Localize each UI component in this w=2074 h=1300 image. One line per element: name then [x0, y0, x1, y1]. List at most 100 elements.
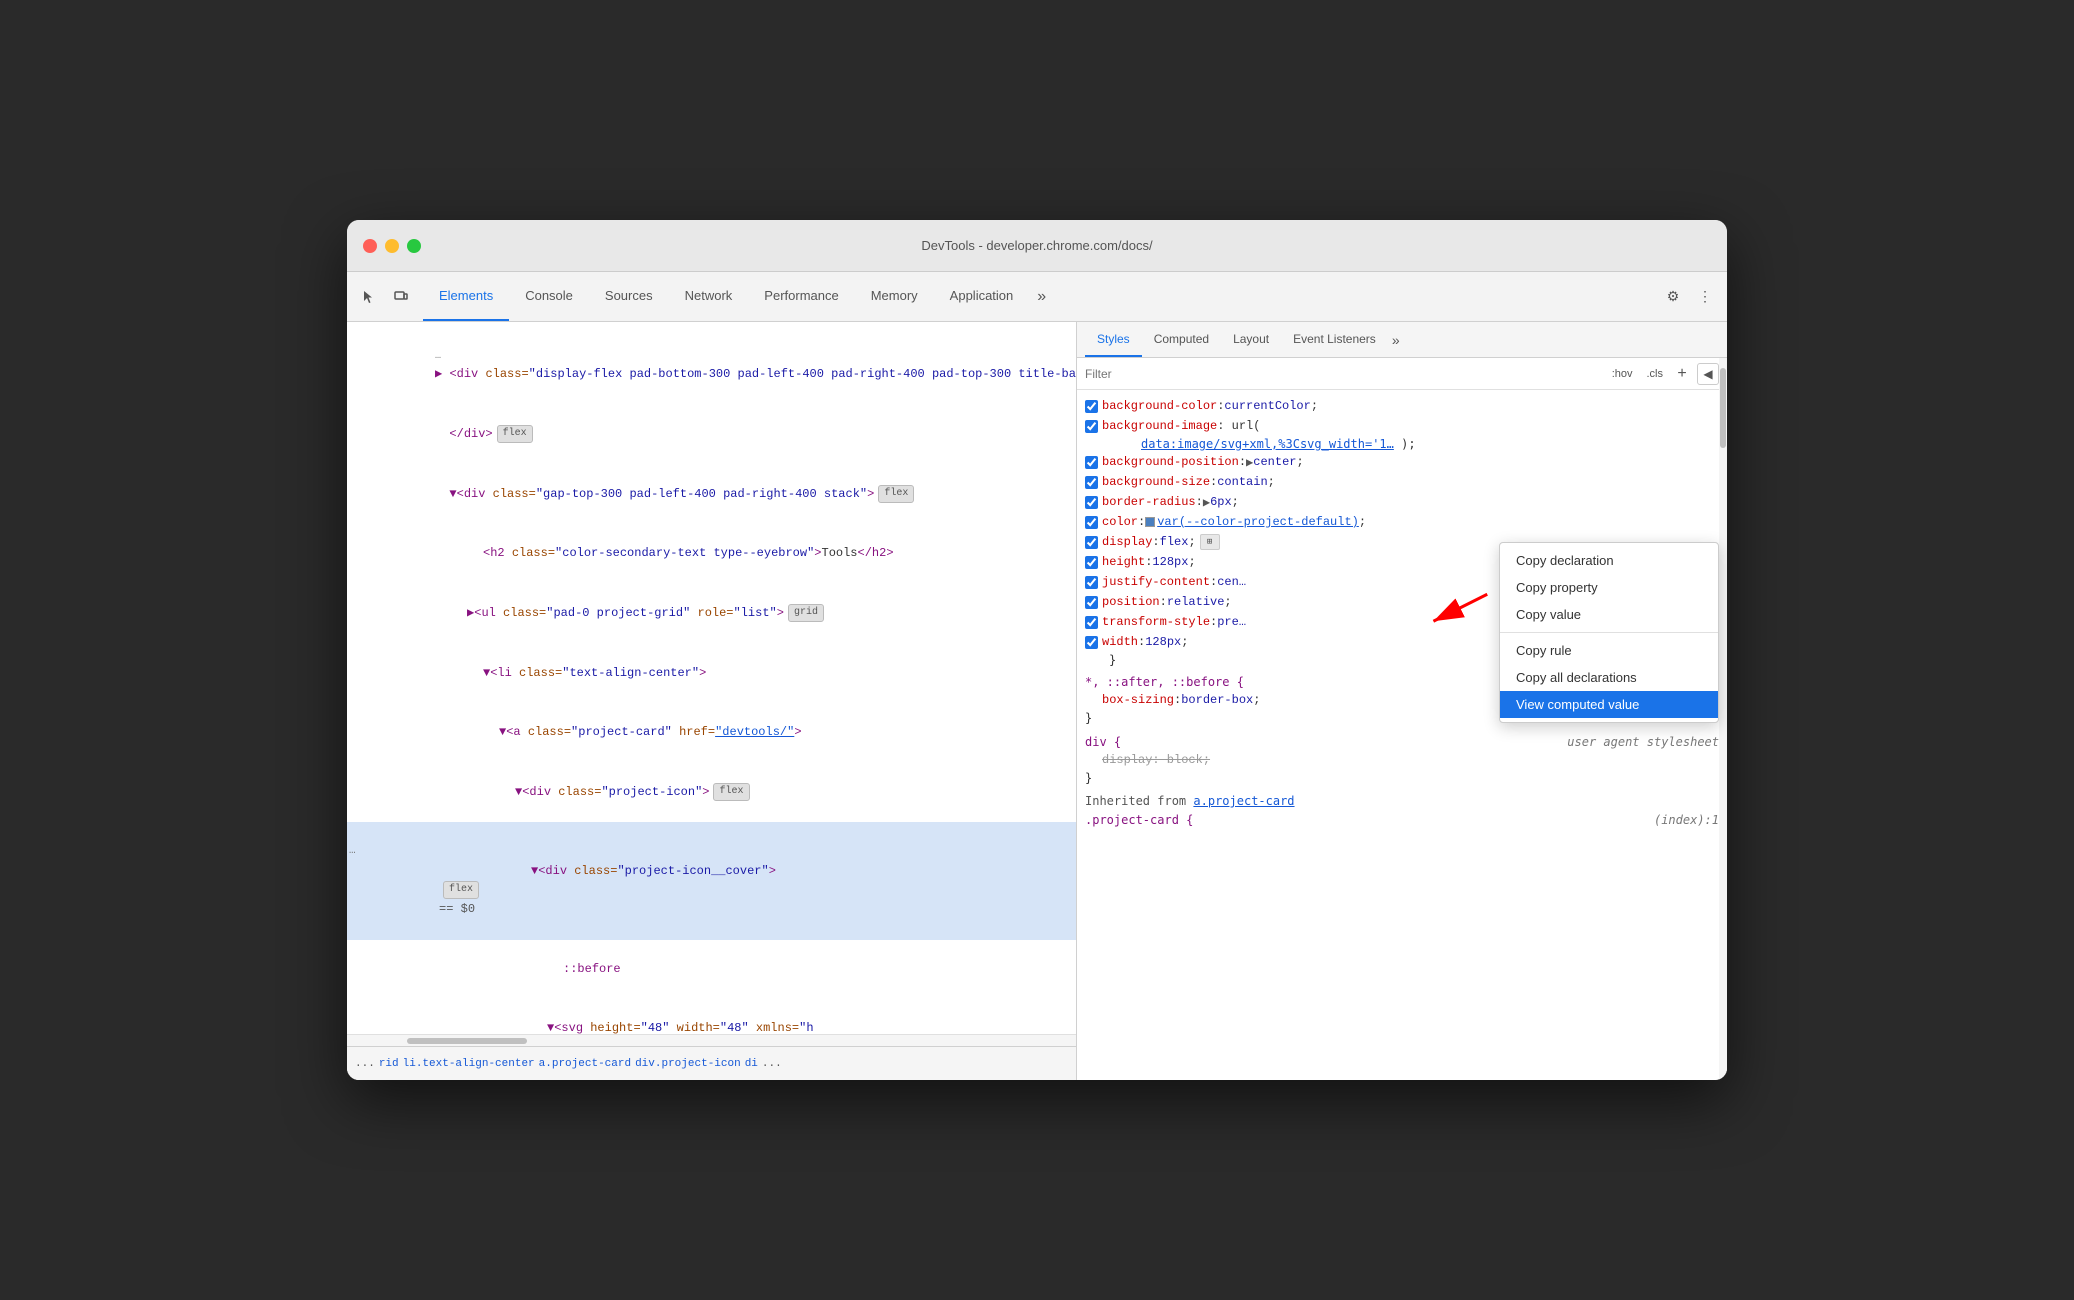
context-menu-copy-property[interactable]: Copy property	[1500, 574, 1718, 601]
devtools-toolbar: Elements Console Sources Network Perform…	[347, 272, 1727, 322]
tab-application[interactable]: Application	[934, 272, 1030, 321]
prop-checkbox[interactable]	[1085, 616, 1098, 629]
horizontal-scrollbar[interactable]	[347, 1034, 1076, 1046]
maximize-button[interactable]	[407, 239, 421, 253]
prop-background-color: background-color: currentColor;	[1077, 396, 1727, 416]
dom-line: … ▶ <div class="display-flex pad-bottom-…	[347, 326, 1076, 405]
styles-scrollbar[interactable]	[1719, 358, 1727, 1080]
prop-checkbox[interactable]	[1085, 636, 1098, 649]
rule-source: user agent stylesheet	[1567, 735, 1719, 749]
filter-controls: :hov .cls + ◀	[1608, 363, 1719, 385]
cursor-icon[interactable]	[355, 283, 383, 311]
breadcrumb-a[interactable]: a.project-card	[539, 1058, 631, 1070]
tab-event-listeners[interactable]: Event Listeners	[1281, 322, 1388, 357]
prop-background-image: background-image: url(	[1077, 416, 1727, 436]
breadcrumb-ellipsis[interactable]: ...	[355, 1058, 375, 1070]
tab-styles[interactable]: Styles	[1085, 322, 1142, 357]
dom-line-selected: … ▼<div class="project-icon__cover"> fle…	[347, 822, 1076, 939]
context-menu: Copy declaration Copy property Copy valu…	[1499, 542, 1719, 723]
window-title: DevTools - developer.chrome.com/docs/	[921, 238, 1152, 253]
tab-elements[interactable]: Elements	[423, 272, 509, 321]
minimize-button[interactable]	[385, 239, 399, 253]
tab-sources[interactable]: Sources	[589, 272, 669, 321]
prop-checkbox[interactable]	[1085, 400, 1098, 413]
toolbar-icons	[355, 283, 415, 311]
dom-panel: … ▶ <div class="display-flex pad-bottom-…	[347, 322, 1077, 1080]
tab-memory[interactable]: Memory	[855, 272, 934, 321]
color-swatch	[1145, 517, 1155, 527]
dom-line: <h2 class="color-secondary-text type--ey…	[347, 524, 1076, 584]
more-options-icon[interactable]: ⋮	[1691, 283, 1719, 311]
dom-line: ▶<ul class="pad-0 project-grid" role="li…	[347, 584, 1076, 644]
prop-checkbox[interactable]	[1085, 476, 1098, 489]
prop-checkbox[interactable]	[1085, 536, 1098, 549]
prop-checkbox[interactable]	[1085, 496, 1098, 509]
context-menu-copy-declaration[interactable]: Copy declaration	[1500, 547, 1718, 574]
add-style-button[interactable]: +	[1673, 365, 1691, 383]
flex-badge-icon[interactable]: ⊞	[1200, 534, 1220, 550]
prop-checkbox[interactable]	[1085, 420, 1098, 433]
cls-button[interactable]: .cls	[1643, 366, 1668, 382]
collapse-button[interactable]: ◀	[1697, 363, 1719, 385]
styles-tabs-overflow[interactable]: »	[1392, 332, 1400, 348]
project-card-source: (index):1	[1654, 813, 1719, 827]
prop-checkbox[interactable]	[1085, 576, 1098, 589]
rule-header: div { user agent stylesheet	[1077, 734, 1727, 750]
prop-background-size: background-size: contain;	[1077, 472, 1727, 492]
context-menu-copy-rule[interactable]: Copy rule	[1500, 637, 1718, 664]
tab-network[interactable]: Network	[669, 272, 749, 321]
dom-breadcrumb: ... rid li.text-align-center a.project-c…	[347, 1046, 1076, 1080]
prop-checkbox[interactable]	[1085, 556, 1098, 569]
context-menu-copy-value[interactable]: Copy value	[1500, 601, 1718, 628]
prop-border-radius: border-radius: ▶ 6px;	[1077, 492, 1727, 512]
project-card-rule: .project-card { (index):1	[1077, 812, 1727, 828]
main-content: … ▶ <div class="display-flex pad-bottom-…	[347, 322, 1727, 1080]
breadcrumb-di[interactable]: di	[745, 1058, 758, 1070]
dom-line: </div>flex	[347, 405, 1076, 465]
styles-content[interactable]: background-color: currentColor; backgrou…	[1077, 390, 1727, 1080]
title-bar: DevTools - developer.chrome.com/docs/	[347, 220, 1727, 272]
tab-console[interactable]: Console	[509, 272, 589, 321]
tab-list: Elements Console Sources Network Perform…	[423, 272, 1659, 321]
dom-line: ▼<svg height="48" width="48" xmlns="h	[347, 999, 1076, 1034]
breadcrumb-rid[interactable]: rid	[379, 1058, 399, 1070]
dom-line: ▼<li class="text-align-center">	[347, 644, 1076, 704]
tab-computed[interactable]: Computed	[1142, 322, 1221, 357]
dom-line: ▼<a class="project-card" href="devtools/…	[347, 703, 1076, 763]
tabs-overflow-button[interactable]: »	[1029, 288, 1054, 306]
traffic-lights	[363, 239, 421, 253]
styles-panel: Styles Computed Layout Event Listeners »…	[1077, 322, 1727, 1080]
context-menu-copy-all[interactable]: Copy all declarations	[1500, 664, 1718, 691]
prop-checkbox[interactable]	[1085, 456, 1098, 469]
prop-color: color: var(--color-project-default);	[1077, 512, 1727, 532]
device-toggle-icon[interactable]	[387, 283, 415, 311]
breadcrumb-li[interactable]: li.text-align-center	[403, 1058, 535, 1070]
rule-div-useragent: div { user agent stylesheet display: blo…	[1077, 730, 1727, 790]
prop-background-image-value: data:image/svg+xml,%3Csvg_width='1… );	[1077, 436, 1727, 452]
dom-line: ::before	[347, 940, 1076, 1000]
styles-tabs: Styles Computed Layout Event Listeners »	[1077, 322, 1727, 358]
filter-bar: :hov .cls + ◀	[1077, 358, 1727, 390]
inherited-link[interactable]: a.project-card	[1193, 794, 1294, 808]
filter-input[interactable]	[1085, 367, 1608, 381]
close-button[interactable]	[363, 239, 377, 253]
toolbar-right: ⚙ ⋮	[1659, 283, 1719, 311]
prop-checkbox[interactable]	[1085, 596, 1098, 609]
dom-tree[interactable]: … ▶ <div class="display-flex pad-bottom-…	[347, 322, 1076, 1034]
context-menu-separator	[1500, 632, 1718, 633]
tab-layout[interactable]: Layout	[1221, 322, 1281, 357]
prop-background-position: background-position: ▶ center;	[1077, 452, 1727, 472]
settings-icon[interactable]: ⚙	[1659, 283, 1687, 311]
breadcrumb-end: ...	[762, 1058, 782, 1070]
hov-button[interactable]: :hov	[1608, 366, 1637, 382]
prop-display-block: display: block;	[1077, 750, 1727, 770]
styles-scrollbar-thumb[interactable]	[1720, 368, 1726, 448]
dom-line: ▼<div class="project-icon">flex	[347, 763, 1076, 823]
devtools-window: DevTools - developer.chrome.com/docs/ El…	[347, 220, 1727, 1080]
prop-checkbox[interactable]	[1085, 516, 1098, 529]
dom-line: ▼<div class="gap-top-300 pad-left-400 pa…	[347, 464, 1076, 524]
breadcrumb-div-icon[interactable]: div.project-icon	[635, 1058, 741, 1070]
rule-close: }	[1077, 770, 1727, 786]
context-menu-view-computed[interactable]: View computed value	[1500, 691, 1718, 718]
tab-performance[interactable]: Performance	[748, 272, 854, 321]
